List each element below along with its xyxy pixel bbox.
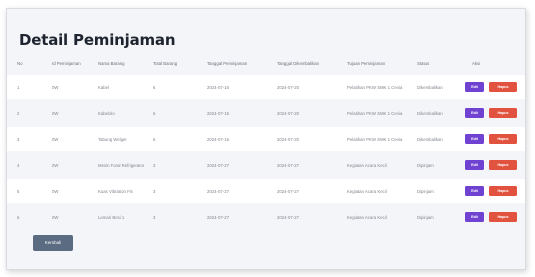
table-row: 5 0W Kuas Vibration Fis 3 2024-07-27 202… [7, 179, 525, 203]
cell-nama: Tabung Welger [98, 137, 127, 142]
cell-no: 2 [17, 111, 20, 116]
cell-tgl-pinjam: 2024-07-16 [207, 111, 229, 116]
header-aksi: Aksi [472, 61, 481, 66]
cell-tujuan: Kegiatan Acara Kecil [347, 189, 387, 194]
cell-tgl-kembali: 2024-07-27 [277, 215, 299, 220]
detail-card: Detail Peminjaman No Id Peminjaman Nama … [6, 8, 526, 270]
cell-tujuan: Pelatihan PKW SMK 1 Cenia [347, 85, 403, 90]
hapus-button[interactable]: Hapus [489, 82, 517, 92]
cell-no: 4 [17, 163, 20, 168]
header-tgl-kembali: Tanggal Dikembalikan [277, 61, 320, 66]
cell-tgl-pinjam: 2024-07-16 [207, 137, 229, 142]
cell-total: 6 [153, 85, 156, 90]
table-header: No Id Peminjaman Nama Barang Total Baran… [7, 61, 525, 73]
table-row: 3 0W Tabung Welger 6 2024-07-16 2024-07-… [7, 127, 525, 151]
cell-no: 6 [17, 215, 20, 220]
cell-tgl-kembali: 2024-07-27 [277, 189, 299, 194]
cell-no: 3 [17, 137, 20, 142]
table-row: 6 0W Lemari Besi 1 3 2024-07-27 2024-07-… [7, 205, 525, 229]
cell-tgl-kembali: 2024-07-20 [277, 111, 299, 116]
header-tgl-pinjam: Tanggal Peminjaman [207, 61, 248, 66]
cell-id: 0W [52, 189, 59, 194]
cell-tgl-pinjam: 2024-07-16 [207, 85, 229, 90]
page-title: Detail Peminjaman [19, 31, 176, 49]
cell-tgl-pinjam: 2024-07-27 [207, 215, 229, 220]
cell-nama: Mesin Foral Refrigerator [98, 163, 145, 168]
edit-button[interactable]: Edit [465, 108, 484, 118]
cell-tujuan: Kegiatan Acara Kecil [347, 215, 387, 220]
cell-total: 6 [153, 111, 156, 116]
hapus-button[interactable]: Hapus [489, 186, 517, 196]
edit-button[interactable]: Edit [465, 160, 484, 170]
edit-button[interactable]: Edit [465, 212, 484, 222]
hapus-button[interactable]: Hapus [489, 160, 517, 170]
cell-id: 0W [52, 111, 59, 116]
header-id: Id Peminjaman [52, 61, 81, 66]
header-total-barang: Total Barang [153, 61, 178, 66]
cell-tgl-pinjam: 2024-07-27 [207, 163, 229, 168]
header-no: No [17, 61, 23, 66]
table-row: 4 0W Mesin Foral Refrigerator 3 2024-07-… [7, 153, 525, 177]
cell-id: 0W [52, 85, 59, 90]
header-tujuan: Tujuan Peminjaman [347, 61, 386, 66]
header-nama-barang: Nama Barang [98, 61, 125, 66]
cell-total: 3 [153, 163, 156, 168]
cell-no: 5 [17, 189, 20, 194]
edit-button[interactable]: Edit [465, 134, 484, 144]
cell-id: 0W [52, 163, 59, 168]
cell-tgl-pinjam: 2024-07-27 [207, 189, 229, 194]
cell-status: Dipinjam [417, 163, 434, 168]
cell-nama: Kabel [98, 85, 109, 90]
cell-nama: Kabelolo [98, 111, 115, 116]
cell-status: Dipinjam [417, 215, 434, 220]
cell-tujuan: Kegiatan Acara Kecil [347, 163, 387, 168]
cell-total: 3 [153, 215, 156, 220]
hapus-button[interactable]: Hapus [489, 108, 517, 118]
table-row: 2 0W Kabelolo 6 2024-07-16 2024-07-20 Pe… [7, 101, 525, 125]
table-row: 1 0W Kabel 6 2024-07-16 2024-07-20 Pelat… [7, 75, 525, 99]
cell-total: 3 [153, 189, 156, 194]
edit-button[interactable]: Edit [465, 82, 484, 92]
header-status: Status [417, 61, 430, 66]
cell-id: 0W [52, 215, 59, 220]
cell-status: Dikembalikan [417, 111, 443, 116]
cell-tujuan: Pelatihan PKW SMK 1 Cenia [347, 137, 403, 142]
cell-tgl-kembali: 2024-07-20 [277, 85, 299, 90]
cell-no: 1 [17, 85, 20, 90]
cell-status: Dikembalikan [417, 137, 443, 142]
cell-tujuan: Pelatihan PKW SMK 1 Cenia [347, 111, 403, 116]
cell-id: 0W [52, 137, 59, 142]
cell-tgl-kembali: 2024-07-27 [277, 163, 299, 168]
cell-nama: Lemari Besi 1 [98, 215, 125, 220]
cell-total: 6 [153, 137, 156, 142]
cell-nama: Kuas Vibration Fis [98, 189, 133, 194]
edit-button[interactable]: Edit [465, 186, 484, 196]
cell-tgl-kembali: 2024-07-20 [277, 137, 299, 142]
cell-status: Dikembalikan [417, 85, 443, 90]
back-button[interactable]: Kembali [33, 235, 73, 251]
cell-status: Dipinjam [417, 189, 434, 194]
hapus-button[interactable]: Hapus [489, 212, 517, 222]
hapus-button[interactable]: Hapus [489, 134, 517, 144]
